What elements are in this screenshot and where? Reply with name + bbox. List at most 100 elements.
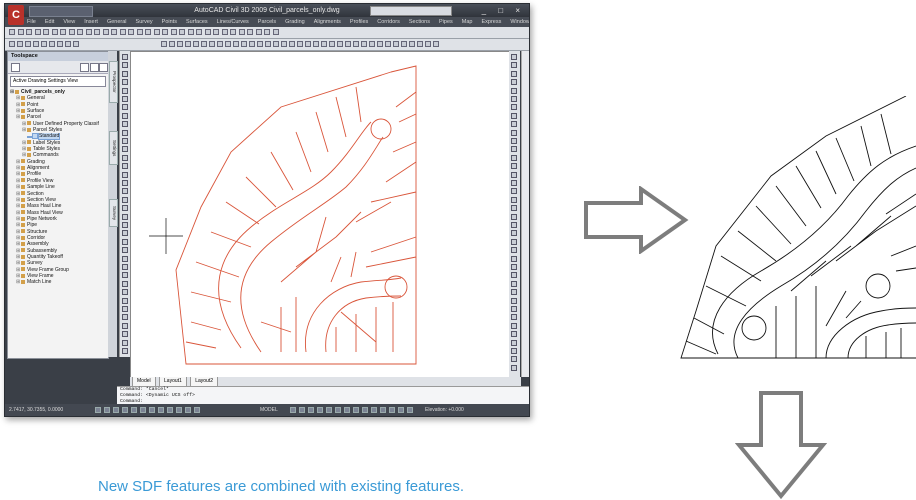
toolbar-tool-icon[interactable] <box>241 41 247 47</box>
toolbar-tool-icon[interactable] <box>196 29 202 35</box>
toolbar-tool-icon[interactable] <box>122 87 128 94</box>
toolbar-tool-icon[interactable] <box>145 29 151 35</box>
command-window[interactable]: Command: *Cancel* Command: <Dynamic UCS … <box>117 386 529 404</box>
toolbar-tool-icon[interactable] <box>122 314 128 321</box>
toolbar-tool-icon[interactable] <box>264 29 270 35</box>
tree-node[interactable]: ⊞ Match Line <box>8 279 108 285</box>
toolbar-tool-icon[interactable] <box>94 29 100 35</box>
toolbar-tool-icon[interactable] <box>122 255 128 262</box>
menu-item-parcels[interactable]: Parcels <box>258 19 276 25</box>
status-toggle-icon[interactable] <box>308 407 314 413</box>
toolbar-tool-icon[interactable] <box>193 41 199 47</box>
menu-item-grading[interactable]: Grading <box>285 19 305 25</box>
toolbar-tool-icon[interactable] <box>122 129 128 136</box>
toolbar-tool-icon[interactable] <box>511 87 517 94</box>
toolbar-tool-icon[interactable] <box>122 264 128 270</box>
status-toggle-icon[interactable] <box>353 407 359 413</box>
status-toggle-icon[interactable] <box>176 407 182 413</box>
toolbar-tool-icon[interactable] <box>122 196 128 203</box>
toolbar-tool-icon[interactable] <box>122 213 128 220</box>
toolbar-tool-icon[interactable] <box>122 121 128 128</box>
status-toggle-icon[interactable] <box>140 407 146 413</box>
menu-item-view[interactable]: View <box>63 19 75 25</box>
toolbar-tool-icon[interactable] <box>511 62 517 69</box>
toolbar-tool-icon[interactable] <box>511 171 517 178</box>
status-toggle-icon[interactable] <box>104 407 110 413</box>
model-space-toggle[interactable]: MODEL <box>260 404 278 416</box>
menu-item-alignments[interactable]: Alignments <box>314 19 341 25</box>
status-toggle-icon[interactable] <box>362 407 368 413</box>
toolbar-tool-icon[interactable] <box>409 41 415 47</box>
menu-item-file[interactable]: File <box>27 19 36 25</box>
toolbar-tool-icon[interactable] <box>297 41 303 47</box>
toolbar-tool-icon[interactable] <box>257 41 263 47</box>
toolbar-tool-icon[interactable] <box>122 322 128 329</box>
toolbar-tool-icon[interactable] <box>65 41 71 47</box>
toolbar-tool-icon[interactable] <box>511 314 517 321</box>
toolbar-tool-icon[interactable] <box>122 280 128 287</box>
toolbar-tool-icon[interactable] <box>511 322 517 329</box>
menu-item-express[interactable]: Express <box>481 19 501 25</box>
toolbar-tool-icon[interactable] <box>60 29 66 35</box>
status-toggle-icon[interactable] <box>113 407 119 413</box>
toolbar-tool-icon[interactable] <box>511 306 517 312</box>
status-toggle-icon[interactable] <box>398 407 404 413</box>
status-toggle-icon[interactable] <box>299 407 305 413</box>
toolbar-tool-icon[interactable] <box>153 29 160 35</box>
toolbar-tool-icon[interactable] <box>511 213 517 220</box>
help-search-input[interactable] <box>370 6 452 16</box>
menu-item-insert[interactable]: Insert <box>84 19 98 25</box>
toolbar-tool-icon[interactable] <box>49 41 55 47</box>
toolbar-tool-icon[interactable] <box>345 41 351 47</box>
status-toggle-icon[interactable] <box>149 407 155 413</box>
toolbar-tool-icon[interactable] <box>247 29 253 35</box>
toolbar-tool-icon[interactable] <box>353 41 359 47</box>
toolbar-tool-icon[interactable] <box>122 146 128 153</box>
toolbar-tool-icon[interactable] <box>122 96 128 102</box>
toolbar-tool-icon[interactable] <box>17 29 24 35</box>
toolbar-tool-icon[interactable] <box>68 29 75 35</box>
menu-item-surfaces[interactable]: Surfaces <box>186 19 208 25</box>
toolbar-tool-icon[interactable] <box>162 29 168 35</box>
toolbar-tool-icon[interactable] <box>161 41 167 47</box>
toolbar-tool-icon[interactable] <box>417 41 423 47</box>
toolspace-tool-icon[interactable] <box>99 63 108 72</box>
toolbar-tool-icon[interactable] <box>177 41 183 47</box>
toolbar-tool-icon[interactable] <box>122 138 128 144</box>
toolbar-tool-icon[interactable] <box>511 339 517 346</box>
toolbar-tool-icon[interactable] <box>511 230 517 237</box>
toolbar-tool-icon[interactable] <box>122 163 128 170</box>
toolbar-tool-icon[interactable] <box>249 41 255 47</box>
toolbar-tool-icon[interactable] <box>122 154 128 161</box>
toolbar-tool-icon[interactable] <box>25 41 31 47</box>
toolbar-tool-icon[interactable] <box>272 29 279 35</box>
toolbar-tool-icon[interactable] <box>170 29 177 35</box>
toolbar-tool-icon[interactable] <box>204 29 211 35</box>
toolbar-tool-icon[interactable] <box>377 41 383 47</box>
toolbar-tool-icon[interactable] <box>511 129 517 136</box>
toolbar-tool-icon[interactable] <box>511 364 517 371</box>
toolbar-tool-icon[interactable] <box>213 29 219 35</box>
menu-item-general[interactable]: General <box>107 19 127 25</box>
toolbar-tool-icon[interactable] <box>385 41 391 47</box>
toolbar-tool-icon[interactable] <box>122 289 128 296</box>
toolbar-tool-icon[interactable] <box>511 255 517 262</box>
toolbar-tool-icon[interactable] <box>34 29 41 35</box>
toolbar-tool-icon[interactable] <box>122 230 128 237</box>
toolbar-tool-icon[interactable] <box>122 222 128 228</box>
toolbar-tool-icon[interactable] <box>511 79 517 86</box>
status-toggle-icon[interactable] <box>344 407 350 413</box>
toolbar-tool-icon[interactable] <box>119 29 126 35</box>
toolbar-tool-icon[interactable] <box>17 41 23 47</box>
menu-item-lines-curves[interactable]: Lines/Curves <box>217 19 249 25</box>
toolbar-tool-icon[interactable] <box>122 180 128 186</box>
toolbar-tool-icon[interactable] <box>433 41 439 47</box>
toolbar-tool-icon[interactable] <box>369 41 375 47</box>
toolbar-tool-icon[interactable] <box>329 41 335 47</box>
toolbar-tool-icon[interactable] <box>255 29 262 35</box>
tab-survey[interactable]: Survey <box>109 199 118 227</box>
toolbar-tool-icon[interactable] <box>122 70 128 77</box>
app-logo-icon[interactable]: C <box>8 5 24 25</box>
toolbar-tool-icon[interactable] <box>511 280 517 287</box>
toolbar-tool-icon[interactable] <box>511 196 517 203</box>
